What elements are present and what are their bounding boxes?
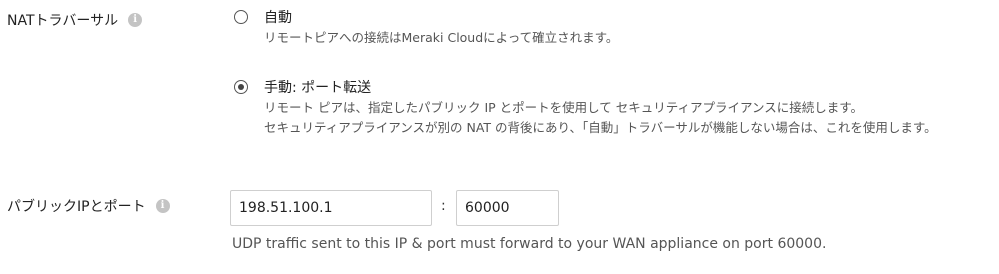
ip-port-separator: : [441,198,446,214]
nat-traversal-label-text: NATトラバーサル [7,13,119,29]
port-input[interactable] [456,190,559,226]
radio-auto-desc: リモートピアへの接続はMeraki Cloudによって確立されます。 [264,30,619,45]
radio-manual[interactable] [234,80,248,94]
nat-traversal-label: NATトラバーサル i [7,10,143,30]
info-icon[interactable]: i [155,199,170,213]
radio-manual-desc-line2: セキュリティアプライアンスが別の NAT の背後にあり、「自動」トラバーサルが機… [264,120,937,135]
radio-option-auto[interactable]: 自動 リモートピアへの接続はMeraki Cloudによって確立されます。 [234,8,618,48]
port-help-text: UDP traffic sent to this IP & port must … [232,236,827,252]
radio-manual-title: 手動: ポート転送 [264,80,372,96]
public-ip-port-label: パブリックIPとポート i [7,196,170,216]
radio-option-manual[interactable]: 手動: ポート転送 リモート ピアは、指定したパブリック IP とポートを使用し… [234,78,937,138]
public-ip-port-label-text: パブリックIPとポート [7,199,146,215]
radio-auto[interactable] [234,10,248,24]
radio-manual-desc-line1: リモート ピアは、指定したパブリック IP とポートを使用して セキュリティアプ… [264,100,863,115]
info-icon[interactable]: i [128,13,143,27]
public-ip-input[interactable] [230,190,432,226]
radio-auto-title: 自動 [264,10,292,26]
